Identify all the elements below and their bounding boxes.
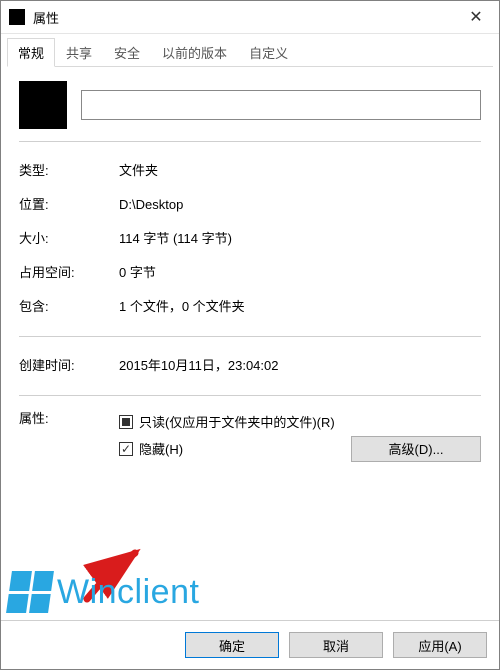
created-label: 创建时间: <box>19 355 119 377</box>
checkbox-checked-icon <box>119 442 133 456</box>
location-label: 位置: <box>19 194 119 216</box>
dialog-button-bar: 确定 取消 应用(A) <box>1 620 499 669</box>
size-on-disk-label: 占用空间: <box>19 262 119 284</box>
close-button[interactable]: ✕ <box>453 1 499 33</box>
window-title: 属性 <box>33 8 453 27</box>
tab-sharing[interactable]: 共享 <box>55 38 103 66</box>
tab-previous-versions[interactable]: 以前的版本 <box>151 38 238 66</box>
type-value: 文件夹 <box>119 160 481 182</box>
tab-general[interactable]: 常规 <box>7 38 55 67</box>
close-icon: ✕ <box>469 7 482 27</box>
readonly-checkbox-label: 只读(仅应用于文件夹中的文件)(R) <box>139 412 335 431</box>
separator <box>19 336 481 337</box>
folder-name-input[interactable] <box>81 90 481 120</box>
size-label: 大小: <box>19 228 119 250</box>
annotation-arrow-icon <box>79 547 159 607</box>
hidden-checkbox-label: 隐藏(H) <box>139 439 183 458</box>
advanced-button[interactable]: 高级(D)... <box>351 436 481 462</box>
properties-dialog: 属性 ✕ 常规 共享 安全 以前的版本 自定义 类型: 文件夹 位置: D:\D… <box>0 0 500 670</box>
tab-content-general: 类型: 文件夹 位置: D:\Desktop 大小: 114 字节 (114 字… <box>1 67 499 620</box>
attributes-label: 属性: <box>19 408 119 427</box>
apply-button[interactable]: 应用(A) <box>393 632 487 658</box>
tab-strip: 常规 共享 安全 以前的版本 自定义 <box>1 34 499 66</box>
separator <box>19 395 481 396</box>
app-icon <box>9 9 25 25</box>
cancel-button[interactable]: 取消 <box>289 632 383 658</box>
size-value: 114 字节 (114 字节) <box>119 228 481 250</box>
readonly-checkbox-row[interactable]: 只读(仅应用于文件夹中的文件)(R) <box>119 408 481 435</box>
contains-label: 包含: <box>19 296 119 318</box>
ok-button[interactable]: 确定 <box>185 632 279 658</box>
titlebar: 属性 ✕ <box>1 1 499 34</box>
tab-customize[interactable]: 自定义 <box>238 38 299 66</box>
tab-security[interactable]: 安全 <box>103 38 151 66</box>
created-value: 2015年10月11日，23:04:02 <box>119 355 481 377</box>
size-on-disk-value: 0 字节 <box>119 262 481 284</box>
type-label: 类型: <box>19 160 119 182</box>
separator <box>19 141 481 142</box>
folder-icon <box>19 81 67 129</box>
hidden-checkbox-row[interactable]: 隐藏(H) <box>119 435 183 462</box>
location-value: D:\Desktop <box>119 194 481 216</box>
contains-value: 1 个文件，0 个文件夹 <box>119 296 481 318</box>
checkbox-indeterminate-icon <box>119 415 133 429</box>
